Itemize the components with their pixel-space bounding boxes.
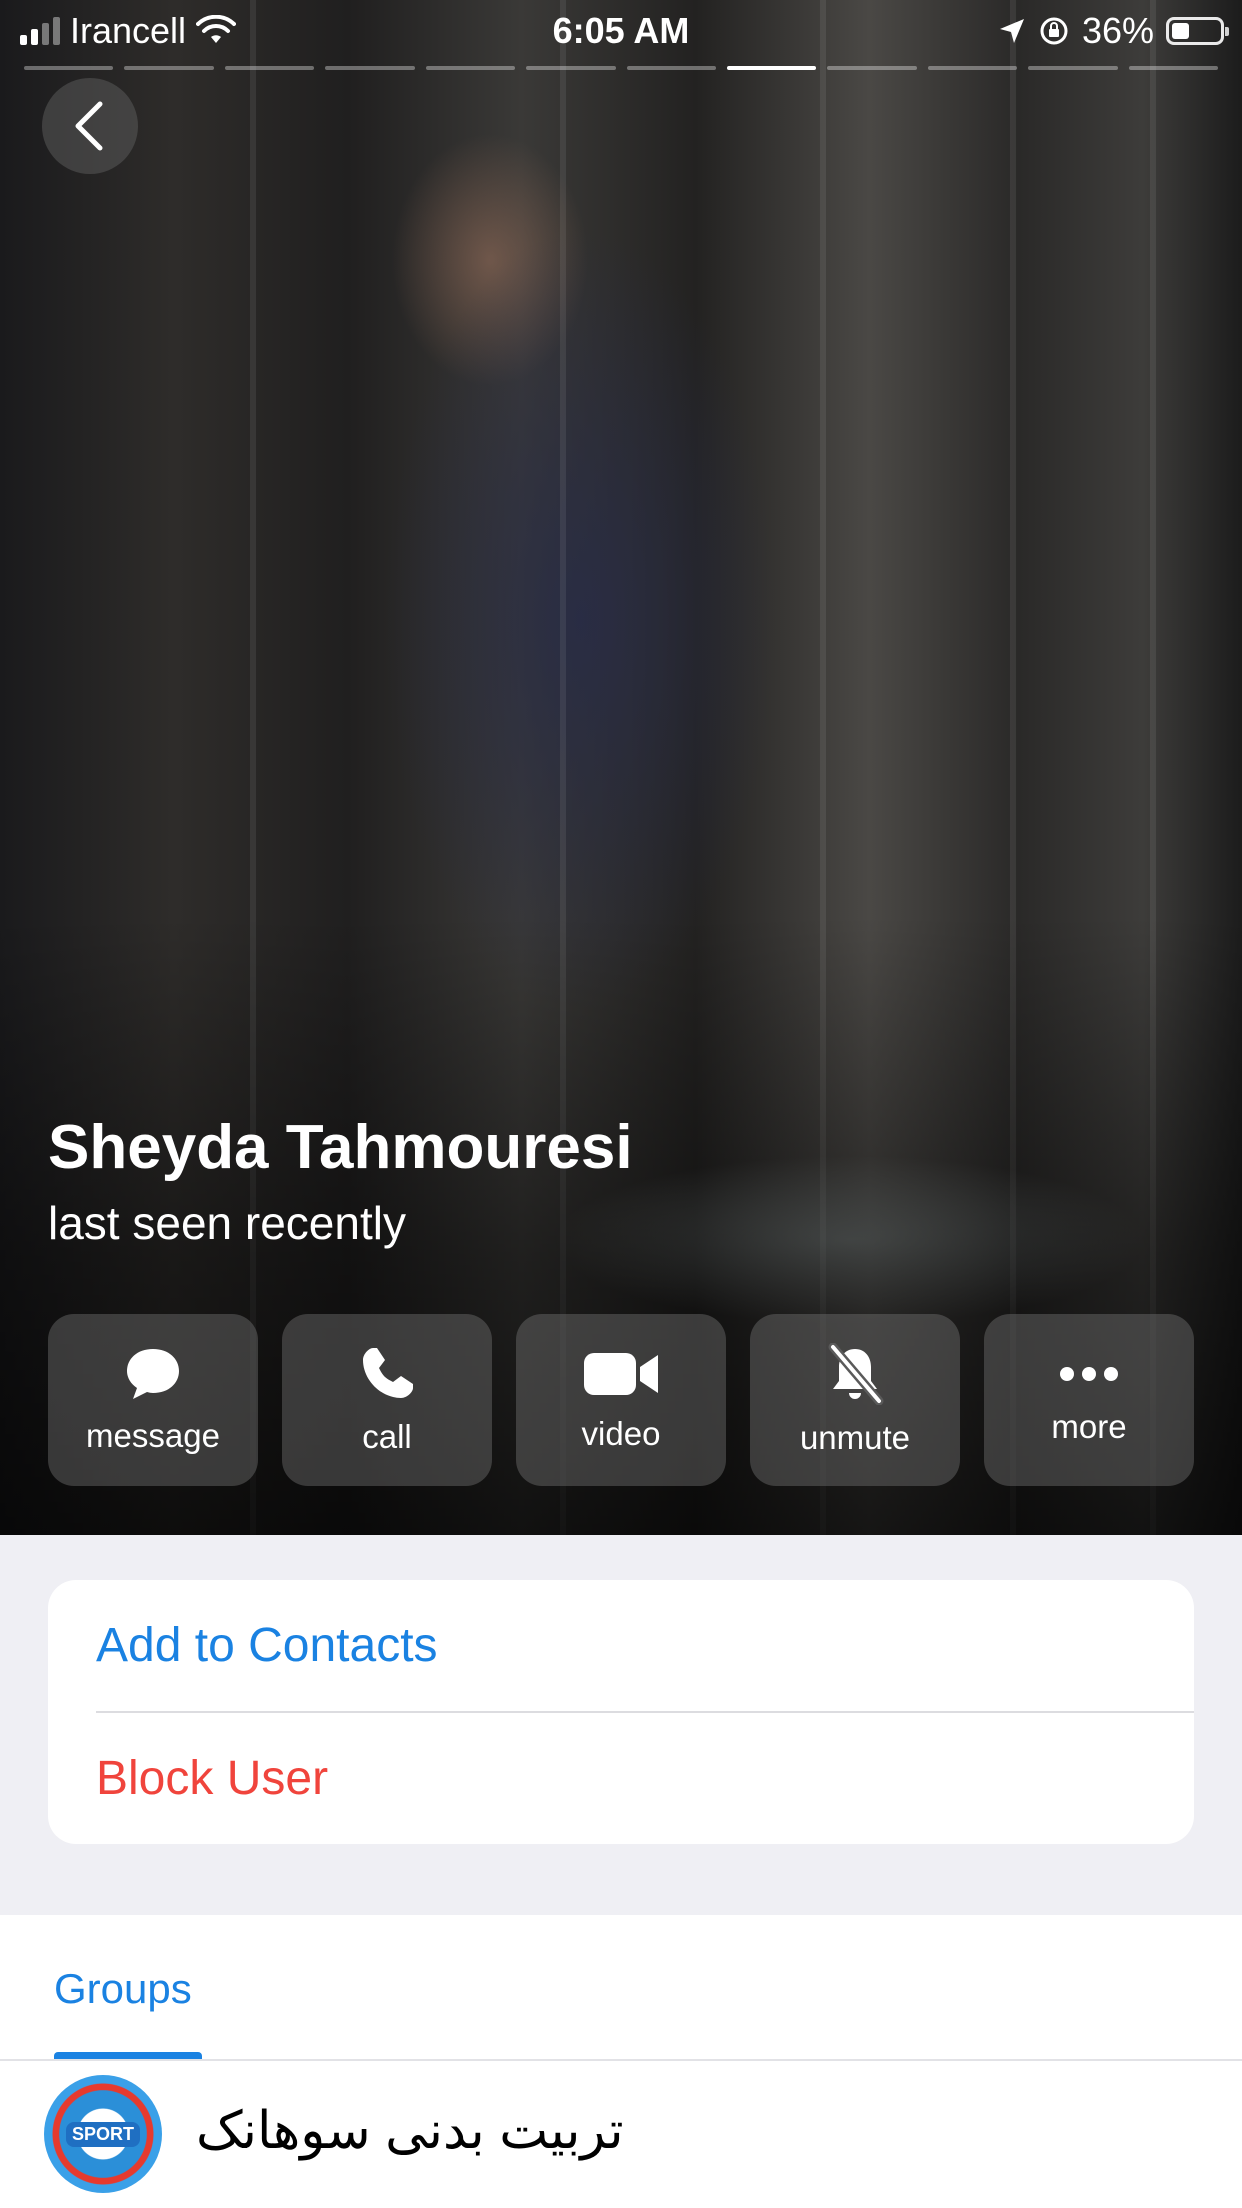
status-bar: Irancell 6:05 AM 36% [0,0,1242,64]
chevron-left-icon [75,101,103,151]
call-button[interactable]: call [282,1314,492,1486]
progress-segment [526,66,616,70]
progress-segment [1128,66,1219,70]
more-button[interactable]: more [984,1314,1194,1486]
progress-segment [827,66,917,70]
progress-segment [927,66,1018,70]
call-label: call [362,1418,412,1455]
progress-segment [124,66,214,70]
battery-icon [1166,17,1229,45]
message-button[interactable]: message [48,1314,258,1486]
list-item[interactable]: SPORT تربیت بدنی سوهانک [0,2061,1242,2208]
battery-percent: 36% [1081,10,1154,51]
tab-groups[interactable]: Groups [54,1965,192,2013]
message-label: message [86,1417,220,1454]
bell-slash-icon [828,1343,884,1405]
active-tab-indicator [54,2052,202,2059]
last-seen-status: last seen recently [48,1197,406,1249]
add-to-contacts-button[interactable]: Add to Contacts [48,1580,1194,1711]
progress-segment [224,66,315,70]
video-label: video [581,1415,661,1452]
progress-segment [425,66,516,70]
progress-segment [726,66,817,70]
unmute-button[interactable]: unmute [750,1314,960,1486]
progress-segment [626,66,716,70]
block-user-button[interactable]: Block User [48,1713,1194,1844]
rotation-lock-icon [1040,17,1068,45]
more-label: more [1051,1408,1127,1445]
video-button[interactable]: video [516,1314,726,1486]
action-buttons: message call video unmute more [48,1314,1194,1486]
progress-segment [325,66,415,70]
location-arrow-icon [999,19,1024,43]
unmute-label: unmute [799,1419,911,1456]
message-bubble-icon [127,1349,179,1399]
shared-media-section: Groups SPORT تربیت بدنی سوهانک [0,1915,1242,2208]
profile-name: Sheyda Tahmouresi [48,1113,633,1182]
group-avatar: SPORT [44,2075,162,2193]
group-title: تربیت بدنی سوهانک [196,2102,624,2160]
avatar-badge: SPORT [65,2121,140,2147]
photo-progress-bar [24,66,1219,70]
back-button[interactable] [42,78,138,174]
contact-options-card: Add to Contacts Block User [48,1580,1194,1844]
phone-icon [363,1348,413,1398]
progress-segment [24,66,114,70]
profile-photo-header[interactable]: Irancell 6:05 AM 36% Sheyda Tahmouresi l… [0,0,1242,1535]
video-camera-icon [584,1353,658,1395]
progress-segment [1028,66,1118,70]
ellipsis-icon [1060,1367,1118,1381]
